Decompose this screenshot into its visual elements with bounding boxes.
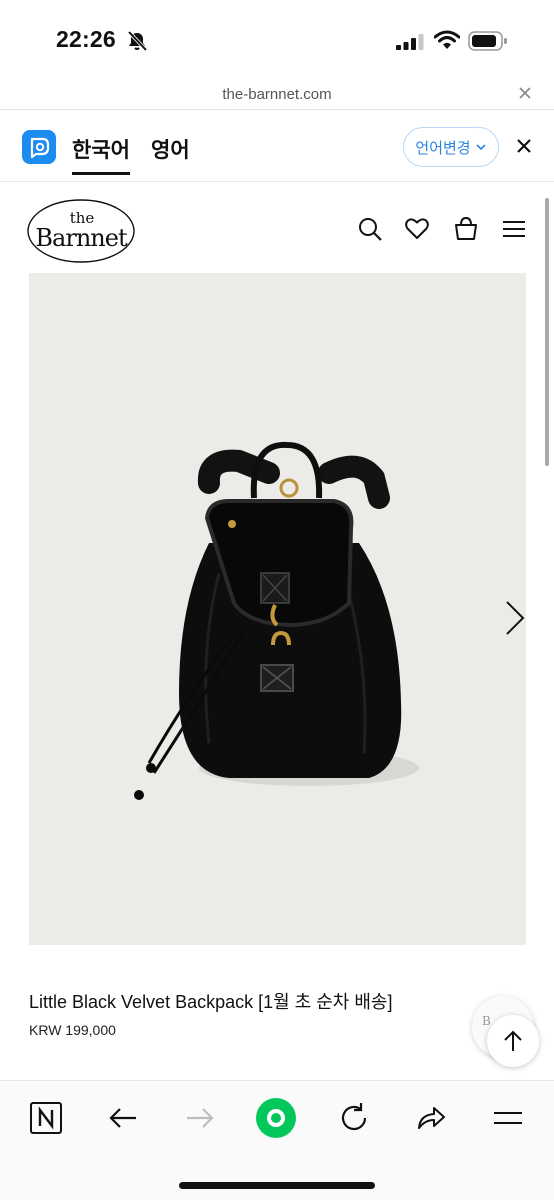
menu-lines-icon[interactable] [491, 1101, 525, 1135]
wifi-icon [434, 30, 460, 49]
search-icon[interactable] [357, 216, 383, 242]
bell-muted-icon [127, 30, 148, 52]
forward-arrow-icon[interactable] [183, 1101, 217, 1135]
shopping-bag-icon[interactable] [453, 216, 479, 242]
language-change-button[interactable]: 언어변경 [403, 127, 499, 167]
signal-icon [396, 34, 424, 50]
green-dot-icon[interactable] [255, 1097, 297, 1139]
refresh-icon[interactable] [337, 1101, 371, 1135]
chevron-down-icon [476, 144, 486, 151]
page-scrollbar[interactable] [545, 198, 549, 466]
browser-toolbar [0, 1080, 554, 1200]
product-price: KRW 199,000 [29, 1022, 116, 1038]
backpack-image [134, 441, 419, 800]
naver-n-icon[interactable] [29, 1101, 63, 1135]
arrow-up-icon [504, 1030, 522, 1051]
chevron-right-icon[interactable] [503, 599, 526, 637]
heart-icon[interactable] [404, 216, 430, 242]
barnnet-logo[interactable]: the Barnnet [26, 198, 136, 264]
tab-english[interactable]: 영어 [151, 134, 190, 164]
share-icon[interactable] [414, 1101, 448, 1135]
close-icon[interactable] [516, 84, 534, 102]
papago-logo-icon [22, 130, 56, 164]
back-arrow-icon[interactable] [106, 1101, 140, 1135]
site-header: the Barnnet [0, 183, 554, 271]
language-change-label: 언어변경 [415, 139, 471, 157]
status-time: 22:26 [56, 26, 116, 52]
close-translate-icon[interactable] [514, 136, 534, 156]
battery-icon [468, 31, 507, 51]
status-bar: 22:26 [0, 0, 554, 80]
url-text[interactable]: the-barnnet.com [0, 86, 554, 103]
home-indicator[interactable] [179, 1182, 375, 1189]
scroll-to-top-button[interactable] [487, 1015, 539, 1067]
product-image[interactable] [29, 273, 526, 945]
url-bar[interactable]: the-barnnet.com [0, 80, 554, 110]
translate-bar: 한국어 영어 언어변경 [0, 110, 554, 182]
menu-icon[interactable] [501, 216, 527, 242]
product-title[interactable]: Little Black Velvet Backpack [1월 초 순차 배송… [29, 988, 393, 1014]
tab-korean[interactable]: 한국어 [72, 134, 130, 175]
logo-line2: Barnnet [35, 224, 128, 252]
